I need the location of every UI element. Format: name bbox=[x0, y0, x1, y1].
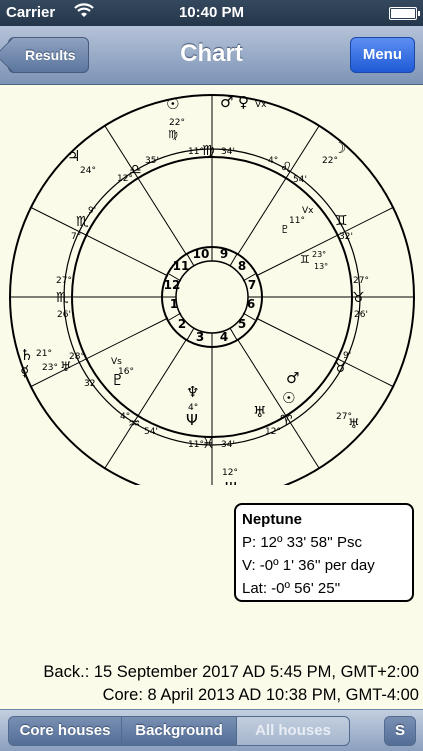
gemini-sign-icon: ♊ bbox=[300, 253, 310, 266]
background-chart-date: Back.: 15 September 2017 AD 5:45 PM, GMT… bbox=[43, 663, 419, 681]
cusp-5-sign: ♈ bbox=[280, 413, 293, 429]
asc-sign: ♏ bbox=[56, 290, 69, 306]
cusp-12-minutes: 35' bbox=[145, 156, 159, 166]
neptune-inner-icon: Ψ bbox=[186, 411, 198, 429]
neptune-degree: 12° bbox=[222, 468, 238, 478]
house-number-2: 2 bbox=[178, 317, 186, 331]
desc-sign: ♉ bbox=[352, 290, 365, 306]
mercury-icon: ☿ bbox=[20, 362, 29, 380]
cusp-9-degree: 32' bbox=[339, 232, 353, 242]
menu-button[interactable]: Menu bbox=[349, 37, 415, 73]
house-number-8: 8 bbox=[238, 259, 246, 273]
mc-sign: ♍ bbox=[202, 143, 215, 159]
cusp-6-sign: ♒ bbox=[128, 416, 141, 432]
jupiter-icon: ♃ bbox=[67, 147, 80, 165]
sun-icon: ☉ bbox=[166, 95, 179, 113]
asc-minutes: 26' bbox=[57, 310, 71, 320]
pluto-left-degree: 16° bbox=[118, 367, 134, 377]
house-number-3: 3 bbox=[196, 330, 204, 344]
node-degree-1: 23° bbox=[312, 250, 326, 259]
background-button[interactable]: Background bbox=[121, 716, 237, 746]
cusp-10-minutes: 7° bbox=[71, 232, 81, 242]
jupiter-degree: 24° bbox=[80, 166, 96, 176]
cusp-11-degree: 4° bbox=[268, 156, 278, 166]
battery-icon bbox=[389, 7, 420, 20]
mars-right-icon: ♂ bbox=[286, 369, 299, 387]
mc-minutes: 34' bbox=[221, 147, 235, 157]
cusp-3-sign: ♉ bbox=[334, 360, 347, 376]
vesta-label: Vs bbox=[111, 357, 122, 367]
s-button[interactable]: S bbox=[384, 716, 416, 746]
house-number-12: 12 bbox=[164, 278, 181, 292]
neptune-icon[interactable]: Ψ bbox=[225, 479, 237, 485]
uranus-degree: 28° bbox=[69, 352, 85, 362]
cusp-12-sign: ♎ bbox=[129, 162, 142, 178]
sun-degree: 22° bbox=[169, 118, 185, 128]
cusp-2-degree: 32 bbox=[84, 379, 95, 389]
ic-minutes: 34' bbox=[221, 440, 235, 450]
cusp-11-minutes: 54' bbox=[293, 175, 307, 185]
house-number-1: 1 bbox=[170, 297, 178, 311]
house-number-7: 7 bbox=[248, 278, 256, 292]
sun-sign-icon: ♍ bbox=[168, 128, 178, 141]
tooltip-position: P: 12º 33' 58'' Psc bbox=[242, 534, 362, 551]
uranus-icon: ♅ bbox=[60, 360, 72, 375]
moon-degree: 22° bbox=[322, 156, 338, 166]
cusp-11-sign: ♌ bbox=[280, 160, 293, 176]
cusp-9-sign: ♊ bbox=[335, 213, 348, 229]
planet-info-tooltip: Neptune P: 12º 33' 58'' Psc V: -0º 1' 36… bbox=[234, 503, 414, 602]
core-chart-date: Core: 8 April 2013 AD 10:38 PM, GMT-4:00 bbox=[102, 686, 419, 704]
core-houses-button[interactable]: Core houses bbox=[8, 716, 122, 746]
cusp-5-degree: 12° bbox=[265, 427, 281, 437]
saturn-degree: 21° bbox=[36, 349, 52, 359]
house-number-5: 5 bbox=[238, 317, 246, 331]
venus-icon: ♀ bbox=[238, 93, 249, 111]
house-number-10: 10 bbox=[193, 247, 210, 261]
moon-icon: ☽ bbox=[333, 139, 346, 157]
cusp-6-minutes: 54' bbox=[144, 427, 158, 437]
house-number-4: 4 bbox=[220, 330, 228, 344]
venus-left-degree: 23° bbox=[42, 363, 58, 373]
ceres-icon: ♆ bbox=[186, 383, 199, 401]
node-degree-2: 13° bbox=[314, 262, 328, 271]
vertex-label: Vx bbox=[255, 100, 267, 110]
desc-minutes: 26' bbox=[354, 310, 368, 320]
astrology-chart-wheel[interactable]: 1 2 3 4 5 6 7 8 9 10 11 12 11° ♍ 34' 11°… bbox=[0, 85, 423, 485]
chiron-degree: 27° bbox=[336, 412, 352, 422]
tooltip-velocity: V: -0º 1' 36'' per day bbox=[242, 557, 375, 574]
cusp-10-degree: 9' bbox=[88, 206, 96, 216]
clock: 10:40 PM bbox=[178, 4, 245, 21]
desc-degree: 27° bbox=[353, 276, 369, 286]
house-number-9: 9 bbox=[220, 247, 228, 261]
vertex-right-label: Vx bbox=[302, 206, 314, 216]
mars-icon: ♂ bbox=[220, 93, 233, 111]
pluto-degree: 11° bbox=[289, 216, 305, 226]
tooltip-latitude: Lat: -0º 56' 25'' bbox=[242, 580, 341, 597]
tooltip-planet-name: Neptune bbox=[242, 511, 302, 528]
ic-sign: ♓ bbox=[202, 436, 215, 452]
sun-right-icon: ☉ bbox=[282, 389, 295, 407]
bottom-toolbar: Core houses Background All houses S bbox=[0, 709, 423, 751]
house-number-11: 11 bbox=[173, 259, 190, 273]
all-houses-button[interactable]: All houses bbox=[236, 716, 350, 746]
uranus-inner-icon: ♅ bbox=[253, 403, 266, 421]
status-bar: Carrier 10:40 PM bbox=[0, 0, 423, 26]
asc-degree: 27° bbox=[56, 276, 72, 286]
house-number-6: 6 bbox=[247, 297, 255, 311]
navigation-bar: Results Chart Menu bbox=[0, 26, 423, 85]
cusp-10-sign: ♏ bbox=[76, 214, 89, 230]
